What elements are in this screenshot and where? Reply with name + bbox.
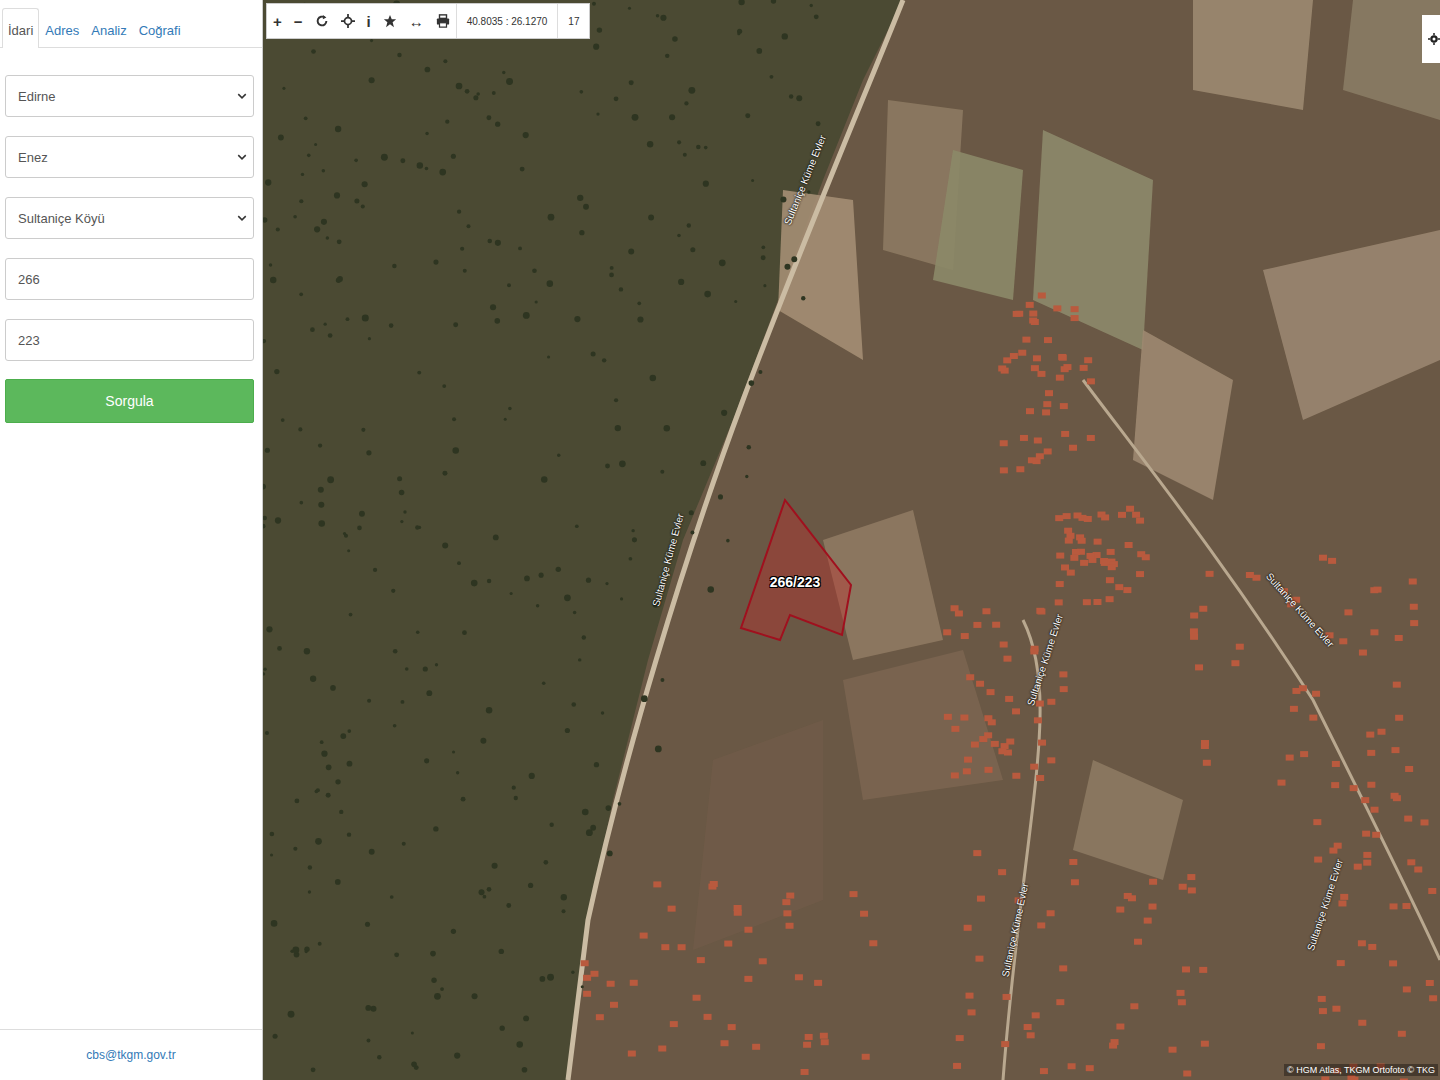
star-button[interactable] (377, 4, 403, 38)
zoom-level: 17 (557, 4, 589, 38)
footer-email[interactable]: cbs@tkgm.gov.tr (0, 1029, 262, 1080)
parcel-input[interactable] (5, 319, 254, 361)
attribution: © HGM Atlas, TKGM Ortofoto © TKG (1284, 1064, 1438, 1076)
district-select-value: Enez (18, 150, 48, 165)
parcel-label: 266/223 (770, 574, 821, 590)
satellite-image (263, 0, 1440, 1080)
zoom-out-button[interactable]: − (288, 4, 309, 38)
gear-icon[interactable] (1428, 28, 1440, 50)
sidebar: İdariAdresAnalizCoğrafi Edirne Enez Sultani… (0, 0, 263, 1080)
block-input[interactable] (5, 258, 254, 300)
chevron-down-icon (237, 152, 247, 162)
tab[interactable]: İdari (2, 8, 39, 48)
locate-button[interactable] (335, 4, 361, 38)
tab-bar: İdariAdresAnalizCoğrafi (0, 0, 262, 48)
tab[interactable]: Adres (39, 8, 85, 48)
measure-button[interactable]: ↔ (403, 4, 430, 38)
print-button[interactable] (430, 4, 456, 38)
tab[interactable]: Analiz (85, 8, 132, 48)
query-form: Edirne Enez Sultaniçe Köyü Sorgula (0, 48, 262, 1029)
map[interactable]: 266/223Sultaniçe Küme EvlerSultaniçe Küm… (263, 0, 1440, 1080)
zoom-in-button[interactable]: + (267, 4, 288, 38)
province-select[interactable]: Edirne (5, 75, 254, 117)
province-select-value: Edirne (18, 89, 56, 104)
map-toolbar: +− i ↔ 40.8035 : 26.127017 (266, 3, 590, 39)
chevron-down-icon (237, 213, 247, 223)
coordinates: 40.8035 : 26.1270 (456, 4, 558, 38)
settings-button[interactable] (1422, 15, 1440, 63)
neighborhood-select-value: Sultaniçe Köyü (18, 211, 105, 226)
star-icon[interactable] (383, 14, 397, 28)
refresh-icon[interactable] (315, 14, 329, 28)
locate-icon[interactable] (341, 14, 355, 28)
neighborhood-select[interactable]: Sultaniçe Köyü (5, 197, 254, 239)
print-icon[interactable] (436, 14, 450, 28)
submit-button[interactable]: Sorgula (5, 379, 254, 423)
chevron-down-icon (237, 91, 247, 101)
info-button[interactable]: i (361, 4, 377, 38)
refresh-button[interactable] (309, 4, 335, 38)
district-select[interactable]: Enez (5, 136, 254, 178)
tab[interactable]: Coğrafi (133, 8, 187, 48)
